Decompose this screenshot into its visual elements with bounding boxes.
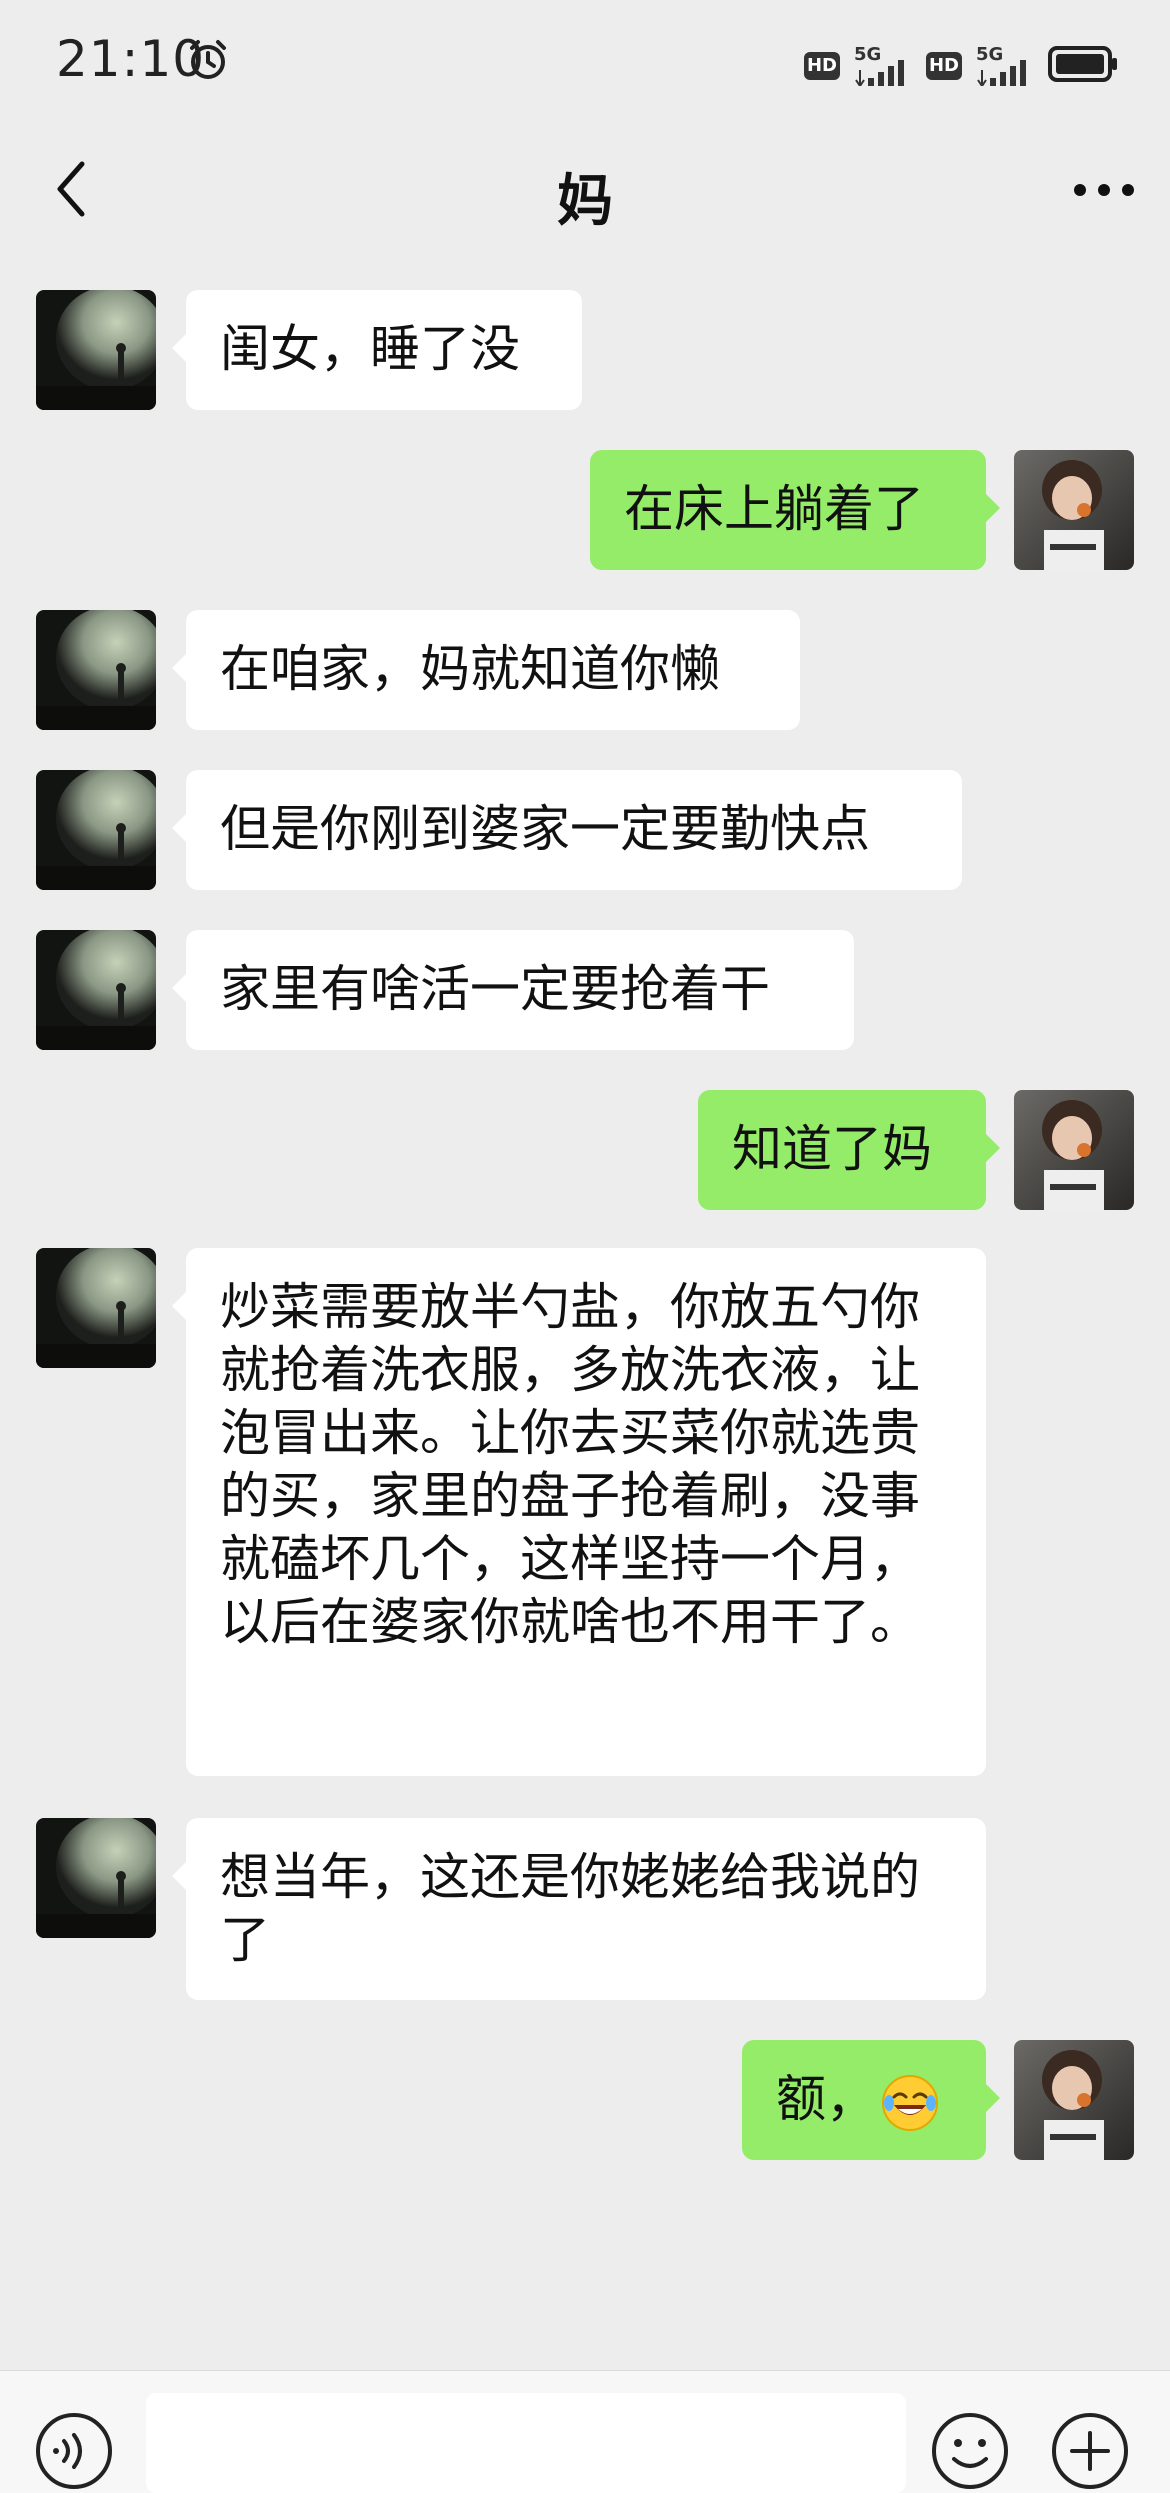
message-input[interactable] xyxy=(146,2393,906,2493)
message-row: 但是你刚到婆家一定要勤快点 xyxy=(0,770,1170,900)
message-bubble-incoming[interactable]: 但是你刚到婆家一定要勤快点 xyxy=(172,770,962,890)
avatar[interactable] xyxy=(1014,2040,1134,2160)
alarm-clock-icon xyxy=(190,40,226,79)
avatar[interactable] xyxy=(1014,1090,1134,1210)
hd-badge: HD xyxy=(926,52,962,80)
more-options-icon[interactable] xyxy=(1072,180,1136,200)
message-row: 炒菜需要放半勺盐，你放五勺你就抢着洗衣服，多放洗衣液，让泡冒出来。让你去买菜你就… xyxy=(0,1248,1170,1788)
message-text: 额， xyxy=(776,2070,876,2128)
message-row: 额， xyxy=(0,2040,1170,2170)
signal-bars-icon xyxy=(977,60,1026,86)
status-time: 21:10 xyxy=(56,30,206,88)
avatar[interactable] xyxy=(36,290,156,410)
signal-bars-icon xyxy=(855,60,904,86)
message-bubble-incoming[interactable]: 在咱家，妈就知道你懒 xyxy=(172,610,800,730)
message-bubble-outgoing[interactable]: 额， xyxy=(742,2040,1000,2160)
avatar[interactable] xyxy=(1014,450,1134,570)
voice-input-icon[interactable] xyxy=(34,2411,114,2491)
chat-input-bar xyxy=(0,2370,1170,2493)
message-row: 家里有啥活一定要抢着干 xyxy=(0,930,1170,1060)
message-row: 在咱家，妈就知道你懒 xyxy=(0,610,1170,740)
avatar[interactable] xyxy=(36,770,156,890)
add-attachment-icon[interactable] xyxy=(1050,2411,1130,2491)
avatar[interactable] xyxy=(36,610,156,730)
network-indicator-1: HD 5G xyxy=(804,44,914,86)
avatar[interactable] xyxy=(36,1248,156,1368)
message-row: 想当年，这还是你姥姥给我说的了 xyxy=(0,1818,1170,2008)
emoji-icon[interactable] xyxy=(930,2411,1010,2491)
face-with-tears-of-joy-icon xyxy=(882,2074,938,2131)
message-bubble-incoming[interactable]: 炒菜需要放半勺盐，你放五勺你就抢着洗衣服，多放洗衣液，让泡冒出来。让你去买菜你就… xyxy=(172,1248,986,1776)
message-bubble-outgoing[interactable]: 在床上躺着了 xyxy=(590,450,1000,570)
avatar[interactable] xyxy=(36,930,156,1050)
message-row: 在床上躺着了 xyxy=(0,450,1170,580)
battery-icon xyxy=(1048,46,1117,82)
message-row: 知道了妈 xyxy=(0,1090,1170,1220)
status-bar: 21:10 HD 5G HD 5G xyxy=(0,0,1170,130)
chat-header: 妈 xyxy=(0,130,1170,250)
hd-badge: HD xyxy=(804,52,840,80)
message-bubble-outgoing[interactable]: 知道了妈 xyxy=(698,1090,1000,1210)
avatar[interactable] xyxy=(36,1818,156,1938)
network-indicator-2: HD 5G xyxy=(926,44,1036,86)
message-row: 闺女，睡了没 xyxy=(0,290,1170,420)
message-bubble-incoming[interactable]: 闺女，睡了没 xyxy=(172,290,582,410)
message-bubble-incoming[interactable]: 家里有啥活一定要抢着干 xyxy=(172,930,854,1050)
chat-title: 妈 xyxy=(557,169,613,234)
message-bubble-incoming[interactable]: 想当年，这还是你姥姥给我说的了 xyxy=(172,1818,986,2000)
